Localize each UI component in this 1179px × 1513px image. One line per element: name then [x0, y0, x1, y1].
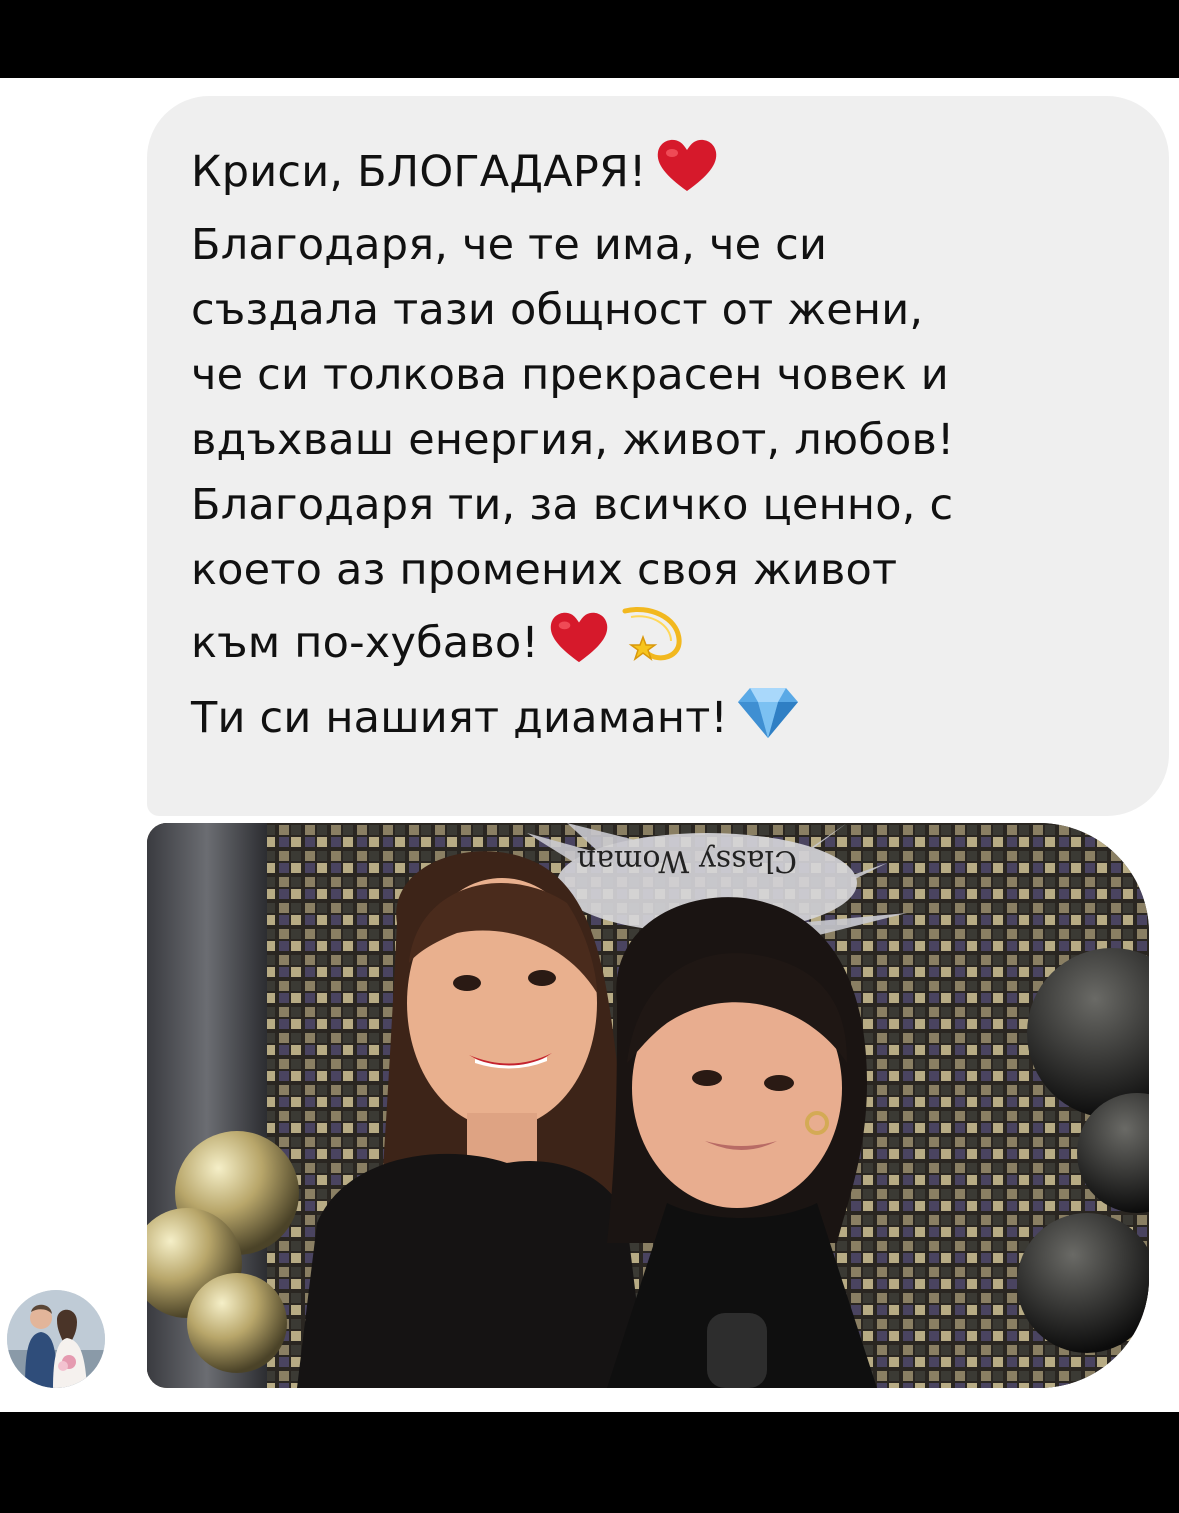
gold-balloon: [187, 1273, 287, 1373]
message-line: което аз промених своя живот: [191, 545, 898, 595]
message-line: създала тази общност от жени,: [191, 285, 924, 335]
banner-text: Classy Woman: [577, 843, 797, 878]
dizzy-star-icon: [619, 603, 685, 684]
message-line: че си толкова прекрасен човек и: [191, 350, 949, 400]
sender-avatar[interactable]: [7, 1290, 105, 1388]
heart-icon: [547, 609, 611, 684]
message-text: Криси, БЛОГАДАРЯ! Благодаря, че те има, …: [191, 136, 1151, 759]
message-line: Ти си нашият диамант!: [191, 684, 1151, 759]
person-right: [607, 897, 877, 1388]
gem-icon: [736, 684, 800, 759]
microphone: [707, 1313, 767, 1388]
attached-photo[interactable]: Classy Woman: [147, 823, 1149, 1388]
message-bubble[interactable]: Криси, БЛОГАДАРЯ! Благодаря, че те има, …: [147, 96, 1169, 816]
message-line: Благодаря, че те има, че си: [191, 220, 828, 270]
message-line: към по-хубаво!: [191, 603, 1151, 684]
heart-icon: [654, 136, 720, 213]
message-line: Криси, БЛОГАДАРЯ!: [191, 136, 1151, 213]
message-line: Благодаря ти, за всичко ценно, с: [191, 480, 954, 530]
message-line: вдъхваш енергия, живот, любов!: [191, 415, 955, 465]
chat-screen: Криси, БЛОГАДАРЯ! Благодаря, че те има, …: [0, 78, 1179, 1412]
